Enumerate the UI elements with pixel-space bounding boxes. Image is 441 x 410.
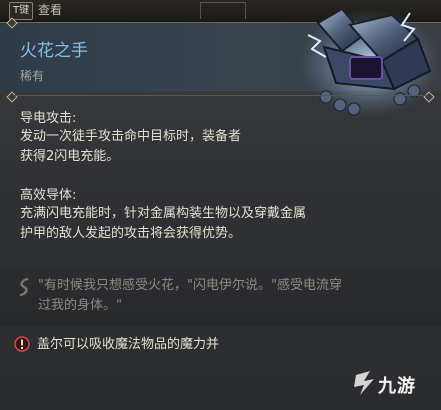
quote-text: "有时候我只想感受火花，"闪电伊尔说。"感受电流穿 过我的身体。" xyxy=(38,276,418,316)
storm-gauntlets-icon xyxy=(300,7,438,118)
corner-ornament-icon xyxy=(6,91,18,103)
property-line: 充满闪电充能时，针对金属构装生物以及穿戴金属 xyxy=(20,206,307,221)
property-line: 发动一次徒手攻击命中目标时，装备者 xyxy=(20,129,242,144)
quote-line: 过我的身体。" xyxy=(38,298,122,313)
property-desc-conductive-attack: 发动一次徒手攻击命中目标时，装备者 获得2闪电充能。 xyxy=(20,127,320,167)
property-line: 护甲的敌人发起的攻击将会获得优势。 xyxy=(20,226,242,241)
property-desc-efficient-conductor: 充满闪电充能时，针对金属构装生物以及穿戴金属 护甲的敌人发起的攻击将会获得优势。 xyxy=(20,204,380,244)
item-name: 火花之手 xyxy=(20,41,88,61)
property-title-conductive-attack: 导电攻击: xyxy=(20,111,77,126)
quote-swirl-icon xyxy=(19,277,29,297)
quote-line: "有时候我只想感受火花，"闪电伊尔说。"感受电流穿 xyxy=(38,278,342,293)
note-text: 盖尔可以吸收魔法物品的魔力并 xyxy=(37,337,220,352)
alert-icon xyxy=(14,336,30,352)
property-line: 获得2闪电充能。 xyxy=(20,149,120,164)
flavor-quote: "有时候我只想感受火花，"闪电伊尔说。"感受电流穿 过我的身体。" xyxy=(0,268,441,326)
divider xyxy=(14,95,426,96)
item-rarity: 稀有 xyxy=(20,69,45,83)
property-title-efficient-conductor: 高效导体: xyxy=(20,188,77,203)
item-tooltip: 火花之手 稀有 导电攻击: 发动一次徒手攻击命中目标时，装备者 获得2闪电充能。… xyxy=(0,7,441,410)
top-frame-decoration xyxy=(200,2,246,19)
watermark-text: 九游 xyxy=(378,376,416,397)
inspect-label[interactable]: 查看 xyxy=(38,2,62,18)
